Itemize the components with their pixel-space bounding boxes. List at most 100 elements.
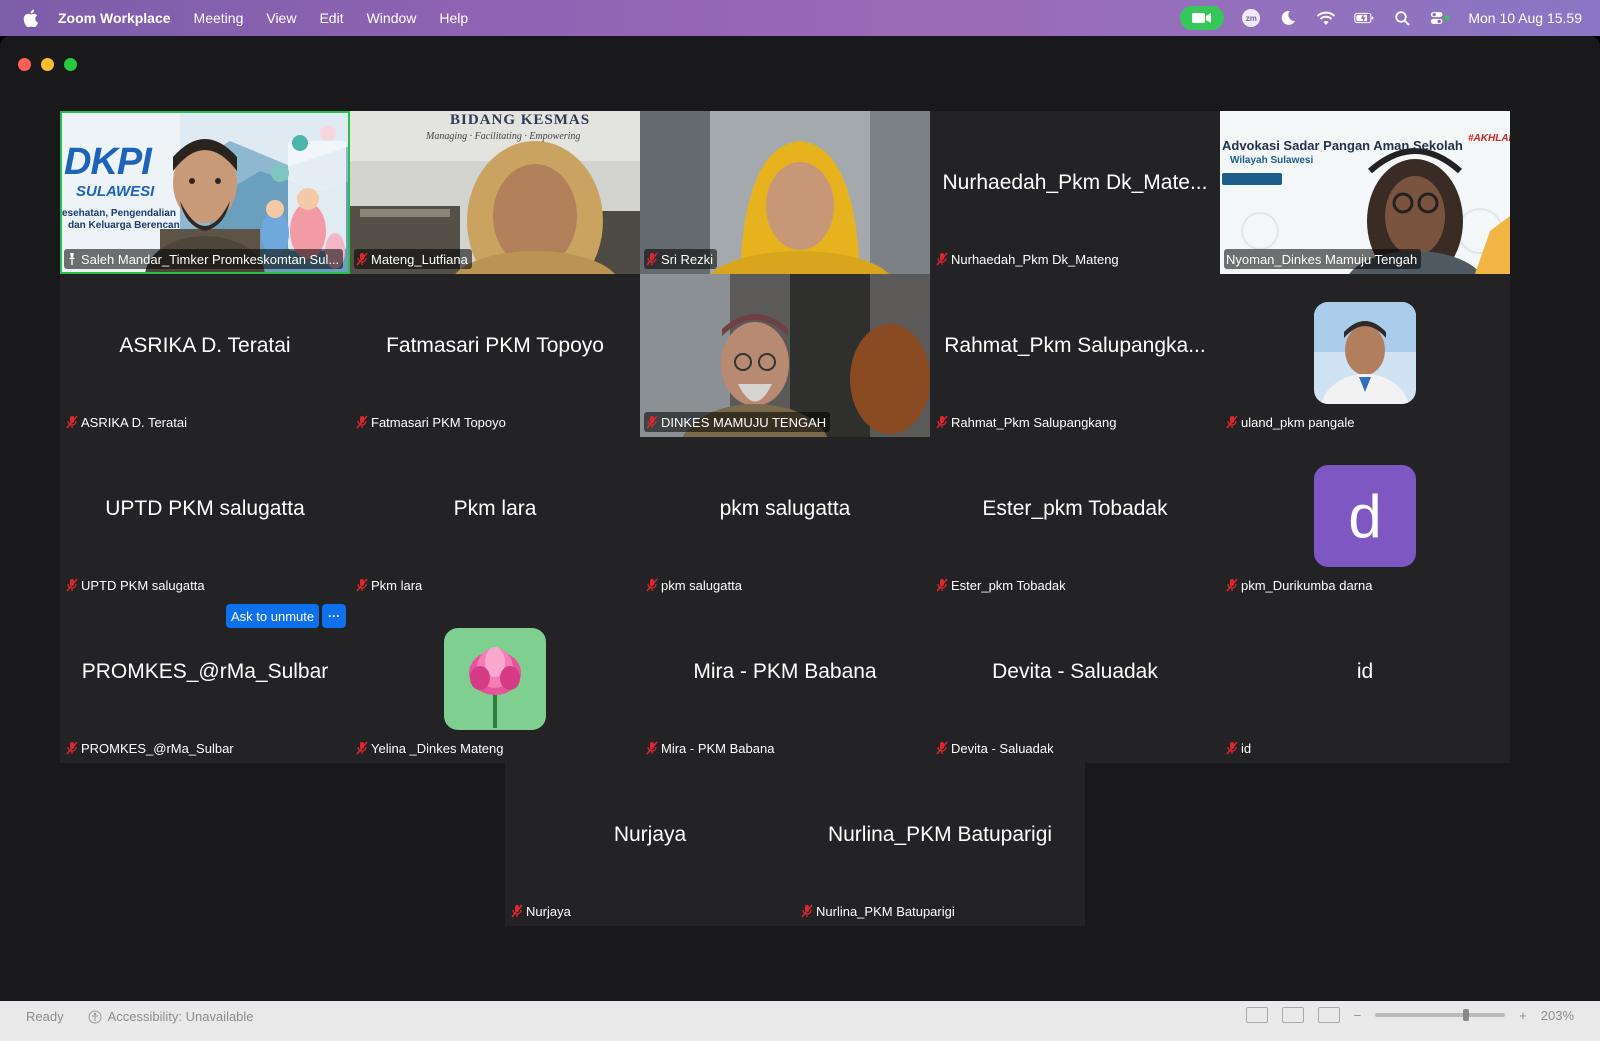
participant-name-label: Saleh Mandar_Timker Promkeskomtan Sul... (64, 249, 344, 269)
tile-hover-actions: Ask to unmute ··· (226, 604, 347, 628)
minimize-window-button[interactable] (41, 58, 54, 71)
participant-name: Sri Rezki (661, 251, 714, 267)
participant-display-name: Ester_pkm Tobadak (982, 496, 1168, 520)
wall-banner-text: BIDANG KESMAS (450, 112, 591, 128)
battery-icon[interactable] (1354, 9, 1374, 27)
participant-name: Ester_pkm Tobadak (951, 577, 1066, 593)
participant-name: Devita - Saluadak (951, 740, 1054, 756)
participant-name-label: Nurhaedah_Pkm Dk_Mateng (934, 249, 1123, 269)
participant-tile-nurhaedah[interactable]: Nurhaedah_Pkm Dk_Mate... Nurhaedah_Pkm D… (930, 111, 1220, 274)
mic-muted-icon (936, 252, 948, 266)
participant-tile-devita[interactable]: Devita - Saluadak Devita - Saluadak (930, 600, 1220, 763)
macos-menu-bar: Zoom Workplace Meeting View Edit Window … (0, 0, 1600, 36)
mic-muted-icon (356, 252, 368, 266)
menu-view[interactable]: View (266, 10, 296, 26)
participant-name: Nurhaedah_Pkm Dk_Mateng (951, 251, 1119, 267)
apple-icon[interactable] (22, 9, 38, 27)
participant-tile-nurlina[interactable]: Nurlina_PKM Batuparigi Nurlina_PKM Batup… (795, 763, 1085, 926)
zoom-status-icon[interactable]: zm (1242, 9, 1261, 27)
banner-subtitle: SULAWESI (76, 183, 155, 200)
participant-tile-dinkes-mamuju-tengah[interactable]: DINKES MAMUJU TENGAH (640, 274, 930, 437)
accessibility-icon (88, 1010, 102, 1023)
menu-window[interactable]: Window (367, 10, 417, 26)
participant-tile-sri-rezki[interactable]: Sri Rezki (640, 111, 930, 274)
slide-hashtag: #AKHLAK (1468, 133, 1510, 144)
menu-help[interactable]: Help (439, 10, 468, 26)
mic-muted-icon (801, 904, 813, 918)
participant-tile-nyoman[interactable]: Advokasi Sadar Pangan Aman Sekolah Wilay… (1220, 111, 1510, 274)
participant-name-label: Nurlina_PKM Batuparigi (799, 901, 959, 921)
participant-display-name: Rahmat_Pkm Salupangka... (944, 333, 1206, 357)
participant-tile-uland[interactable]: uland_pkm pangale (1220, 274, 1510, 437)
mic-muted-icon (1226, 578, 1238, 592)
participant-display-name: ASRIKA D. Teratai (119, 333, 291, 357)
participant-tile-pkm-salugatta[interactable]: pkm salugatta pkm salugatta (640, 437, 930, 600)
normal-view-button[interactable] (1245, 1007, 1268, 1023)
participant-tile-id[interactable]: id id (1220, 600, 1510, 763)
participant-tile-ester[interactable]: Ester_pkm Tobadak Ester_pkm Tobadak (930, 437, 1220, 600)
app-menu-zoom[interactable]: Zoom Workplace (58, 10, 171, 26)
participant-name-label: ASRIKA D. Teratai (64, 412, 191, 432)
participant-name-label: DINKES MAMUJU TENGAH (644, 412, 831, 432)
participant-name-label: Nyoman_Dinkes Mamuju Tengah (1224, 249, 1422, 269)
mic-muted-icon (66, 415, 78, 429)
participant-tile-uptd-pkm-salugatta[interactable]: UPTD PKM salugatta UPTD PKM salugatta (60, 437, 350, 600)
mic-muted-icon (356, 578, 368, 592)
participant-tile-pkm-lara[interactable]: Pkm lara Pkm lara (350, 437, 640, 600)
mic-muted-icon (1226, 741, 1238, 755)
page-break-button[interactable] (1317, 1007, 1340, 1023)
accessibility-status[interactable]: Accessibility: Unavailable (88, 1009, 254, 1024)
zoom-in-icon[interactable]: + (1519, 1008, 1527, 1023)
participant-name-label: Pkm lara (354, 575, 426, 595)
participant-display-name: Mira - PKM Babana (693, 659, 877, 683)
zoom-out-icon[interactable]: − (1354, 1008, 1362, 1023)
participant-tile-fatmasari[interactable]: Fatmasari PKM Topoyo Fatmasari PKM Topoy… (350, 274, 640, 437)
participant-name-label: Sri Rezki (644, 249, 718, 269)
participant-tile-saleh[interactable]: DKPI SULAWESI esehatan, Pengendalian dan… (60, 111, 350, 274)
fullscreen-window-button[interactable] (64, 58, 77, 71)
participant-tile-mira[interactable]: Mira - PKM Babana Mira - PKM Babana (640, 600, 930, 763)
control-center-icon[interactable] (1430, 9, 1450, 27)
participant-tile-mateng-lutfiana[interactable]: BIDANG KESMAS Managing · Facilitating · … (350, 111, 640, 274)
zoom-percentage[interactable]: 203% (1541, 1008, 1574, 1023)
focus-moon-icon[interactable] (1278, 9, 1298, 27)
participant-display-name: Nurjaya (613, 822, 687, 846)
participant-name-label: pkm salugatta (644, 575, 746, 595)
participant-name: Pkm lara (371, 577, 423, 593)
participant-tile-yelina[interactable]: Yelina _Dinkes Mateng (350, 600, 640, 763)
participant-tile-nurjaya[interactable]: Nurjaya Nurjaya (505, 763, 795, 926)
mic-muted-icon (356, 415, 368, 429)
mic-muted-icon (1226, 415, 1238, 429)
participant-name-label: uland_pkm pangale (1224, 412, 1358, 432)
more-options-button[interactable]: ··· (322, 604, 347, 628)
menubar-status-area: zm Mon 10 Aug 15.59 (1180, 0, 1582, 36)
spotlight-search-icon[interactable] (1392, 9, 1412, 27)
participant-display-name: pkm salugatta (719, 496, 851, 520)
participant-display-name: Nurlina_PKM Batuparigi (827, 822, 1053, 846)
mic-muted-icon (646, 578, 658, 592)
participant-name-label: Mateng_Lutfiana (354, 249, 472, 269)
participant-tile-asrika[interactable]: ASRIKA D. Teratai ASRIKA D. Teratai (60, 274, 350, 437)
ask-to-unmute-button[interactable]: Ask to unmute (226, 604, 320, 628)
menu-meeting[interactable]: Meeting (194, 10, 244, 26)
menu-edit[interactable]: Edit (319, 10, 343, 26)
participant-name: Mateng_Lutfiana (371, 251, 468, 267)
banner-line-2: dan Keluarga Berencan (68, 220, 180, 231)
participant-name: uland_pkm pangale (1241, 414, 1355, 430)
zoom-slider[interactable] (1375, 1009, 1506, 1021)
participant-tile-rahmat[interactable]: Rahmat_Pkm Salupangka... Rahmat_Pkm Salu… (930, 274, 1220, 437)
participant-name-label: pkm_Durikumba darna (1224, 575, 1377, 595)
participant-name: Saleh Mandar_Timker Promkeskomtan Sul... (81, 251, 340, 267)
participant-name-label: Rahmat_Pkm Salupangkang (934, 412, 1121, 432)
camera-in-use-icon[interactable] (1180, 6, 1225, 30)
pin-icon (69, 253, 75, 265)
participant-tile-durikumba[interactable]: d pkm_Durikumba darna (1220, 437, 1510, 600)
participant-name-label: id (1224, 738, 1255, 758)
participant-display-name: UPTD PKM salugatta (105, 496, 305, 520)
menubar-clock[interactable]: Mon 10 Aug 15.59 (1468, 10, 1582, 26)
close-window-button[interactable] (18, 58, 31, 71)
page-layout-button[interactable] (1281, 1007, 1304, 1023)
participant-display-name: Devita - Saluadak (992, 659, 1158, 683)
participant-name: Nyoman_Dinkes Mamuju Tengah (1226, 251, 1418, 267)
wifi-icon[interactable] (1316, 9, 1336, 27)
